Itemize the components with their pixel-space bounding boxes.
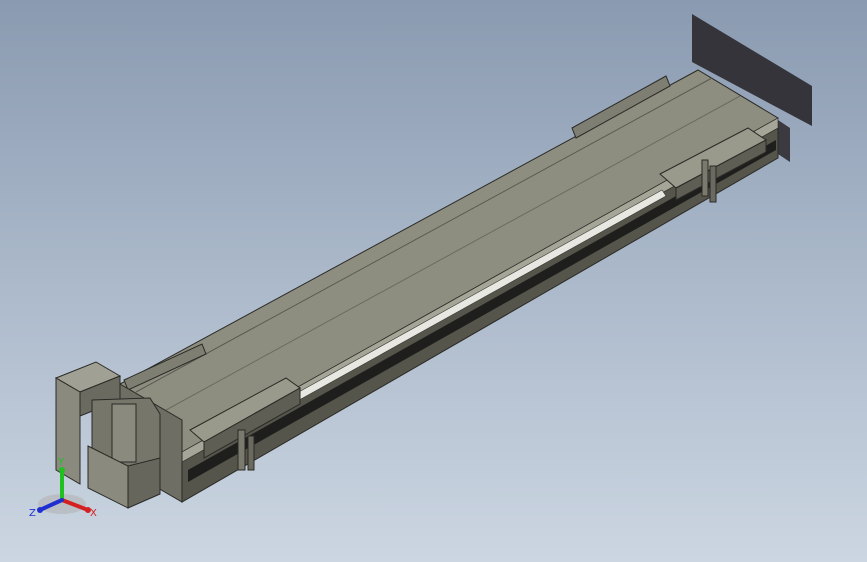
top-groove-2 — [165, 95, 741, 411]
near-bracket-2 — [247, 435, 255, 471]
coupling-flange — [111, 403, 137, 463]
3d-model-view[interactable]: Y X Z — [0, 0, 867, 562]
gearbox-side — [127, 457, 161, 509]
graphics-viewport[interactable]: Y X Z — [0, 0, 867, 562]
triad-z-tip — [37, 507, 43, 513]
far-bracket-1 — [701, 159, 709, 197]
far-bracket-2 — [709, 165, 717, 203]
triad-x-label: X — [90, 508, 97, 519]
triad-z-label: Z — [29, 508, 36, 519]
coordinate-triad: Y X Z — [29, 457, 97, 519]
motor-front — [55, 377, 81, 485]
actuator-top-face — [119, 69, 779, 453]
shadow-plane-lower — [778, 120, 790, 162]
triad-y-label: Y — [57, 457, 65, 468]
near-bracket-1 — [237, 429, 246, 471]
